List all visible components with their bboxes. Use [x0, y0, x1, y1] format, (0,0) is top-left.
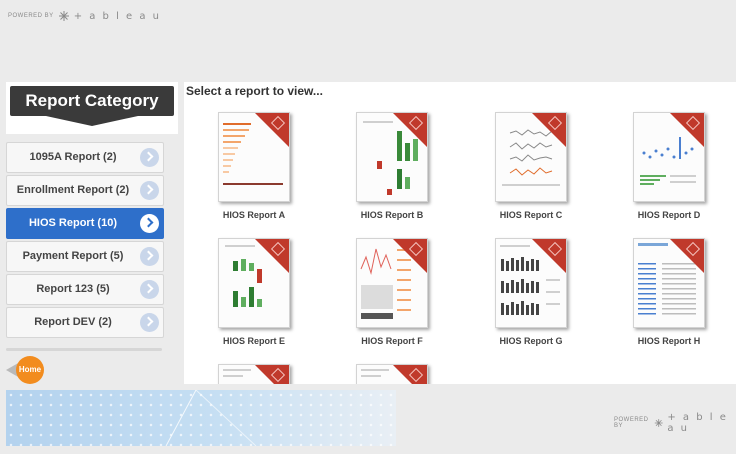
report-tile-hios-report-d[interactable]: HIOS Report D [599, 112, 736, 224]
line-chart-report-thumbnail-icon [495, 112, 567, 202]
powered-by-text: POWERED BY [8, 13, 54, 19]
sidebar-item-report-123[interactable]: Report 123 (5) [6, 274, 164, 305]
report-label: HIOS Report G [499, 336, 563, 346]
table-report-thumbnail-icon [633, 238, 705, 328]
chevron-right-icon[interactable] [140, 247, 159, 266]
bar-chart-report-thumbnail-icon [218, 238, 290, 328]
home-button[interactable]: Home [6, 356, 52, 384]
sidebar-item-hios-report[interactable]: HIOS Report (10) [6, 208, 164, 239]
report-category-header: Report Category [6, 82, 178, 134]
top-bar: POWERED BY + a b l e a u [0, 0, 736, 82]
report-gallery: Select a report to view... HIOS Report A [184, 82, 736, 384]
scatter-chart-report-thumbnail-icon [633, 112, 705, 202]
report-category-title: Report Category [10, 86, 174, 116]
sidebar-item-label: Report DEV (2) [34, 316, 112, 328]
powered-by-text: POWERED BY [614, 417, 649, 429]
page-title: Select a report to view... [186, 84, 323, 98]
sidebar: Report Category 1095A Report (2) Enrollm… [0, 82, 180, 384]
sidebar-item-label: Enrollment Report (2) [16, 184, 130, 196]
powered-by-tableau-footer-logo: POWERED BY + a b l e a u [614, 412, 736, 434]
report-label: HIOS Report F [361, 336, 423, 346]
tableau-brand-text: + a b l e a u [667, 412, 728, 434]
chevron-right-icon[interactable] [140, 280, 159, 299]
chevron-right-icon[interactable] [140, 148, 159, 167]
chevron-right-icon[interactable] [140, 181, 159, 200]
report-tile-partial-2[interactable] [322, 364, 462, 384]
report-tile-hios-report-f[interactable]: HIOS Report F [322, 238, 462, 350]
report-label: HIOS Report H [637, 336, 701, 346]
sidebar-item-enrollment-report[interactable]: Enrollment Report (2) [6, 175, 164, 206]
sidebar-item-payment-report[interactable]: Payment Report (5) [6, 241, 164, 272]
report-label: HIOS Report D [637, 210, 701, 220]
tableau-cross-icon [654, 419, 663, 427]
report-label: HIOS Report E [222, 336, 285, 346]
report-thumbnail-icon [218, 364, 290, 384]
report-tile-hios-report-b[interactable]: HIOS Report B [322, 112, 462, 224]
sidebar-item-label: 1095A Report (2) [29, 151, 117, 163]
column-chart-report-thumbnail-icon [495, 238, 567, 328]
chevron-right-icon[interactable] [140, 313, 159, 332]
report-tile-hios-report-e[interactable]: HIOS Report E [184, 238, 324, 350]
report-category-pointer [46, 116, 138, 126]
report-tile-hios-report-h[interactable]: HIOS Report H [599, 238, 736, 350]
report-thumbnail-icon [356, 364, 428, 384]
powered-by-tableau-logo: POWERED BY + a b l e a u [8, 10, 161, 22]
report-label: HIOS Report C [499, 210, 563, 220]
report-tile-hios-report-g[interactable]: HIOS Report G [461, 238, 601, 350]
sidebar-scroll-indicator[interactable] [6, 348, 162, 351]
report-tile-hios-report-a[interactable]: HIOS Report A [184, 112, 324, 224]
horizontal-bar-report-thumbnail-icon [218, 112, 290, 202]
report-label: HIOS Report A [222, 210, 286, 220]
tableau-brand-text: + a b l e a u [73, 10, 162, 22]
sidebar-item-label: Payment Report (5) [22, 250, 124, 262]
chevron-right-icon[interactable] [140, 214, 159, 233]
sidebar-item-report-dev[interactable]: Report DEV (2) [6, 307, 164, 338]
tableau-cross-icon [58, 11, 69, 21]
sidebar-item-1095a-report[interactable]: 1095A Report (2) [6, 142, 164, 173]
report-tile-partial-1[interactable] [184, 364, 324, 384]
footer: POWERED BY + a b l e a u [0, 384, 736, 454]
footer-banner [6, 390, 396, 446]
report-tile-hios-report-c[interactable]: HIOS Report C [461, 112, 601, 224]
line-area-report-thumbnail-icon [356, 238, 428, 328]
sidebar-item-label: HIOS Report (10) [28, 217, 117, 229]
home-label: Home [16, 356, 44, 384]
report-label: HIOS Report B [360, 210, 424, 220]
bar-chart-report-thumbnail-icon [356, 112, 428, 202]
sidebar-item-label: Report 123 (5) [36, 283, 110, 295]
